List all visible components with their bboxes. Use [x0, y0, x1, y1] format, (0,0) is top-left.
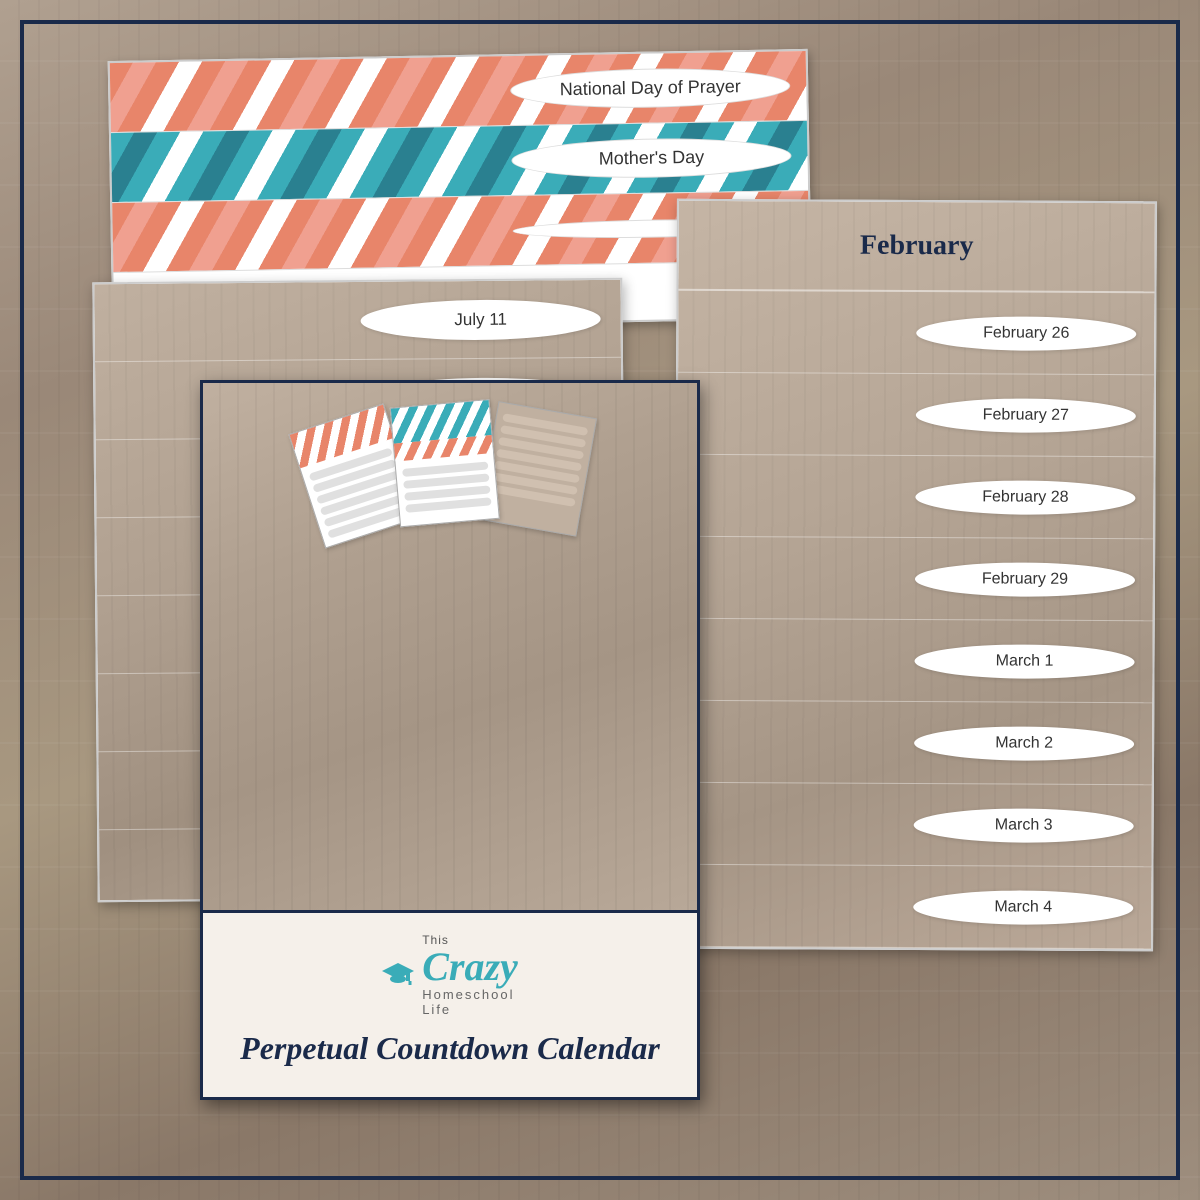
date-row-mar4: March 4 — [675, 865, 1151, 949]
holiday-row-2: Mother's Day — [111, 121, 808, 203]
holiday-label-2: Mother's Day — [511, 136, 792, 180]
date-row-feb26: February 26 — [678, 291, 1154, 375]
brand-homeschool-text: Homeschool — [422, 987, 514, 1002]
mini-card-2-lines — [395, 453, 498, 521]
cover-bottom-section: This Crazy Homeschool Life Perpetual Cou… — [203, 910, 697, 1097]
july-date-row-1: July 11 — [94, 280, 621, 363]
brand-logo: This Crazy Homeschool Life — [382, 933, 518, 1017]
date-feb27: February 27 — [916, 398, 1136, 433]
cover-wood-section — [203, 383, 697, 910]
date-row-mar2: March 2 — [676, 701, 1152, 785]
brand-text-group: This Crazy Homeschool Life — [422, 933, 518, 1017]
date-mar2: March 2 — [914, 725, 1134, 760]
mini-card-2 — [390, 399, 500, 527]
date-row-mar1: March 1 — [676, 619, 1152, 703]
date-feb28: February 28 — [915, 480, 1135, 515]
date-mar1: March 1 — [914, 643, 1134, 678]
date-row-feb29: February 29 — [677, 537, 1153, 621]
brand-crazy-text: Crazy — [422, 947, 518, 987]
mini-cards-preview — [331, 413, 569, 533]
date-row-mar3: March 3 — [675, 783, 1151, 867]
dates-card-header: February — [678, 201, 1154, 293]
cover-title: Perpetual Countdown Calendar — [240, 1029, 660, 1067]
july-date-1: July 11 — [360, 298, 600, 340]
background: National Day of Prayer Mother's Day July… — [0, 0, 1200, 1200]
date-row-feb28: February 28 — [677, 455, 1153, 539]
brand-life-text: Life — [422, 1002, 451, 1017]
date-mar4: March 4 — [913, 889, 1133, 924]
mini-card-3-lines — [482, 402, 596, 517]
date-mar3: March 3 — [914, 807, 1134, 842]
dates-card: February February 26 February 27 Februar… — [673, 199, 1157, 952]
graduation-cap-icon — [382, 961, 414, 989]
cover-card: This Crazy Homeschool Life Perpetual Cou… — [200, 380, 700, 1100]
dates-card-inner: February February 26 February 27 Februar… — [675, 201, 1155, 949]
date-row-feb27: February 27 — [678, 373, 1154, 457]
date-feb26: February 26 — [916, 316, 1136, 351]
date-feb29: February 29 — [915, 562, 1135, 597]
holiday-label-1: National Day of Prayer — [510, 66, 791, 110]
holiday-row-1: National Day of Prayer — [110, 51, 807, 133]
